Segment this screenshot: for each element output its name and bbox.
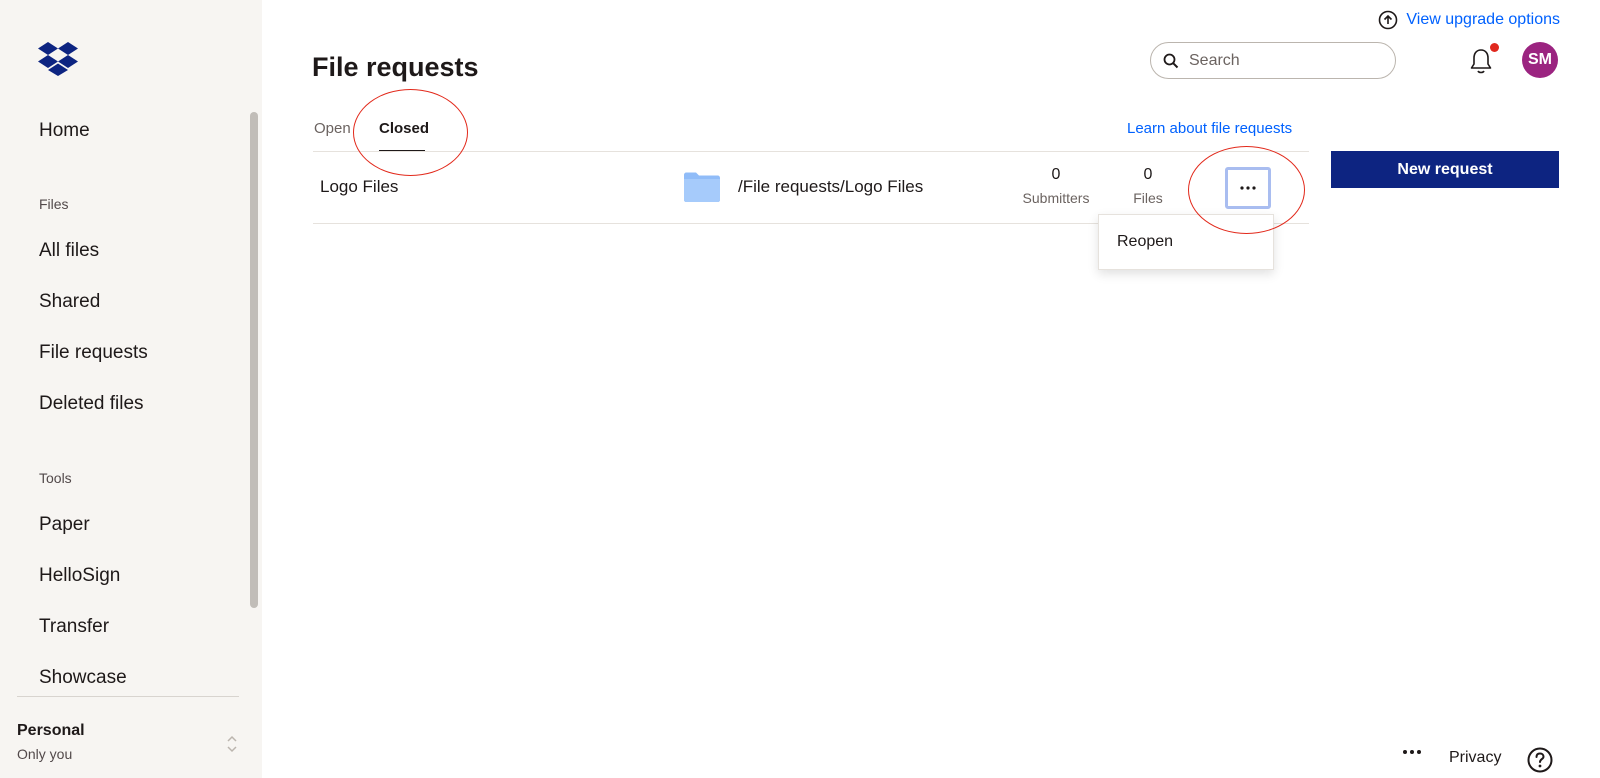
sidebar-item-transfer[interactable]: Transfer <box>39 616 109 638</box>
search-box[interactable] <box>1150 42 1396 79</box>
request-destination-path[interactable]: /File requests/Logo Files <box>738 177 923 197</box>
more-horizontal-icon[interactable] <box>1402 748 1422 756</box>
request-name[interactable]: Logo Files <box>320 177 398 197</box>
upgrade-arrow-icon <box>1379 10 1398 30</box>
sidebar-item-deleted-files[interactable]: Deleted files <box>39 393 144 415</box>
files-label: Files <box>1133 190 1163 206</box>
files-value: 0 <box>1143 166 1153 183</box>
sidebar-divider <box>17 696 239 697</box>
learn-about-file-requests-link[interactable]: Learn about file requests <box>1127 120 1292 137</box>
upgrade-label: View upgrade options <box>1406 11 1560 28</box>
sidebar-scrollbar-thumb[interactable] <box>250 112 258 608</box>
upgrade-link[interactable]: View upgrade options <box>1378 10 1560 30</box>
account-name: Personal <box>17 722 85 739</box>
sidebar-section-tools: Tools <box>39 470 72 486</box>
bell-icon[interactable] <box>1468 47 1494 75</box>
sidebar-item-all-files[interactable]: All files <box>39 240 99 262</box>
privacy-link[interactable]: Privacy <box>1449 749 1501 767</box>
sidebar-section-files: Files <box>39 196 69 212</box>
annotation-circle-more-button <box>1188 146 1305 234</box>
annotation-circle-closed-tab <box>353 89 468 176</box>
notification-badge <box>1490 43 1499 52</box>
menu-item-reopen[interactable]: Reopen <box>1117 233 1173 251</box>
tab-open[interactable]: Open <box>314 120 351 137</box>
sidebar-item-file-requests[interactable]: File requests <box>39 342 148 364</box>
search-input[interactable] <box>1189 51 1379 70</box>
sidebar-item-hellosign[interactable]: HelloSign <box>39 565 120 587</box>
files-count: 0 Files <box>1128 166 1168 206</box>
sidebar-item-paper[interactable]: Paper <box>39 514 90 536</box>
page-title: File requests <box>312 52 479 82</box>
account-switcher[interactable]: Personal Only you <box>17 722 85 762</box>
search-icon <box>1163 53 1179 68</box>
chevron-up-down-icon[interactable] <box>226 732 238 756</box>
sidebar-item-home[interactable]: Home <box>39 120 90 142</box>
new-request-button[interactable]: New request <box>1331 151 1559 188</box>
submitters-count: 0 Submitters <box>1016 166 1096 206</box>
account-subtitle: Only you <box>17 746 73 762</box>
sidebar-item-showcase[interactable]: Showcase <box>39 667 127 689</box>
sidebar-nav[interactable]: Home Files All files Shared File request… <box>0 100 246 696</box>
submitters-label: Submitters <box>1022 190 1090 206</box>
sidebar: Home Files All files Shared File request… <box>0 0 262 778</box>
submitters-value: 0 <box>1051 166 1061 183</box>
avatar[interactable]: SM <box>1522 42 1558 78</box>
dropbox-logo-icon[interactable] <box>38 42 78 76</box>
help-icon[interactable] <box>1527 747 1553 773</box>
folder-icon <box>684 172 720 202</box>
sidebar-item-shared[interactable]: Shared <box>39 291 100 313</box>
